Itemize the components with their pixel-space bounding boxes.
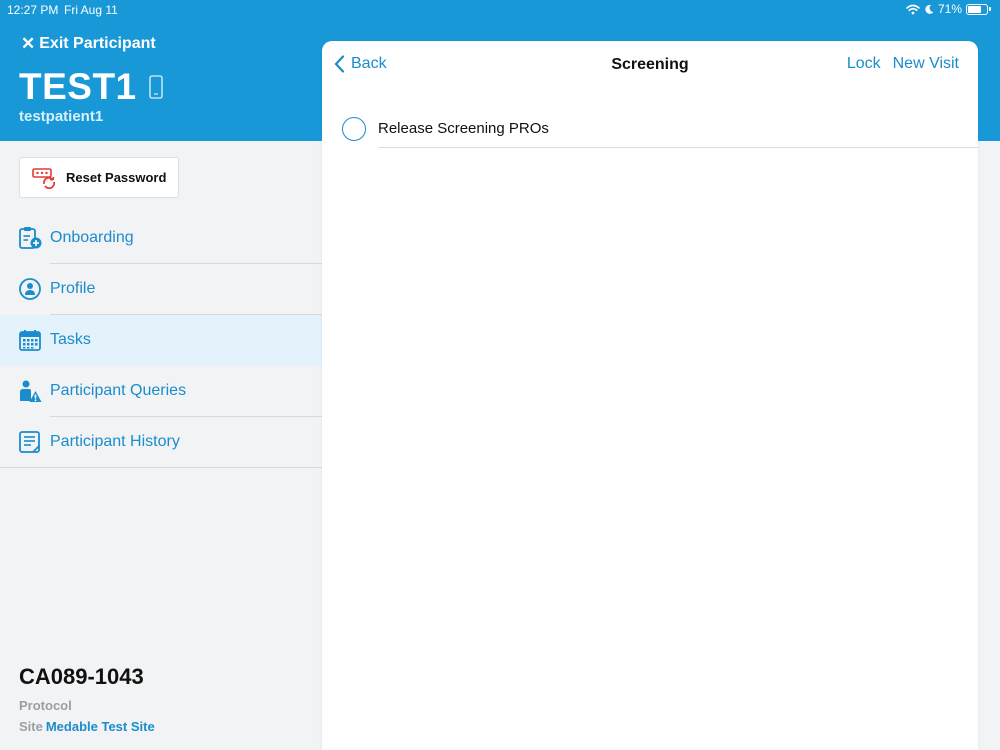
- sidebar-item-label: Tasks: [50, 331, 91, 348]
- calendar-icon: [19, 330, 41, 351]
- sidebar-item-participant-queries[interactable]: Participant Queries: [0, 366, 322, 417]
- sidebar-item-tasks[interactable]: Tasks: [0, 315, 322, 366]
- close-icon: ✕: [21, 34, 36, 53]
- history-list-icon: [19, 431, 40, 453]
- divider: [0, 467, 322, 468]
- task-label: Release Screening PROs: [378, 120, 549, 137]
- person-circle-icon: [19, 278, 41, 300]
- new-visit-button[interactable]: New Visit: [893, 55, 959, 73]
- detail-panel: Back Screening Lock New Visit Release Sc…: [322, 41, 978, 750]
- sidebar-item-label: Participant Queries: [50, 382, 187, 399]
- reset-password-icon: [32, 167, 56, 189]
- task-radio-button[interactable]: [342, 117, 366, 141]
- sidebar-item-label: Onboarding: [50, 229, 134, 246]
- person-warning-icon: [20, 380, 42, 402]
- sidebar-item-participant-history[interactable]: Participant History: [0, 417, 322, 468]
- wifi-icon: [906, 4, 920, 14]
- reset-password-button[interactable]: Reset Password: [19, 157, 179, 198]
- chevron-left-icon: [334, 55, 345, 73]
- status-right: 71%: [906, 2, 991, 16]
- status-date: Fri Aug 11: [64, 3, 118, 17]
- status-bar: 12:27 PM Fri Aug 11 71%: [0, 0, 1000, 20]
- task-row[interactable]: Release Screening PROs: [322, 111, 978, 148]
- exit-participant-button[interactable]: ✕ Exit Participant: [21, 34, 156, 54]
- study-code: CA089-1043: [19, 664, 144, 689]
- battery-percent: 71%: [937, 2, 962, 16]
- sidebar-item-label: Profile: [50, 280, 96, 297]
- participant-username: testpatient1: [19, 108, 104, 125]
- divider: [378, 147, 978, 148]
- sidebar-item-profile[interactable]: Profile: [0, 264, 322, 315]
- reset-password-label: Reset Password: [66, 170, 167, 185]
- battery-fill: [968, 5, 981, 13]
- sidebar-item-label: Participant History: [50, 433, 180, 450]
- back-button[interactable]: Back: [334, 55, 387, 73]
- exit-participant-label: Exit Participant: [39, 35, 156, 52]
- battery-icon: [966, 3, 991, 15]
- site-info: Site Medable Test Site: [19, 719, 155, 734]
- back-label: Back: [351, 55, 387, 72]
- status-time: 12:27 PM: [7, 3, 59, 17]
- clipboard-add-icon: [19, 227, 42, 249]
- participant-id-text: TEST1: [19, 66, 137, 107]
- study-info: CA089-1043 Protocol Site Medable Test Sit…: [19, 664, 155, 734]
- sidebar-item-onboarding[interactable]: Onboarding: [0, 213, 322, 264]
- site-label: Site: [19, 719, 43, 734]
- participant-id: TEST1: [19, 66, 163, 108]
- panel-actions: Lock New Visit: [847, 55, 959, 73]
- sidebar-menu: Onboarding Profile Tasks Participant Que…: [0, 213, 322, 468]
- site-name: Medable Test Site: [45, 719, 155, 734]
- lock-button[interactable]: Lock: [847, 55, 881, 73]
- mobile-device-icon: [148, 75, 163, 99]
- protocol-label: Protocol: [19, 698, 72, 713]
- moon-icon: [925, 4, 934, 14]
